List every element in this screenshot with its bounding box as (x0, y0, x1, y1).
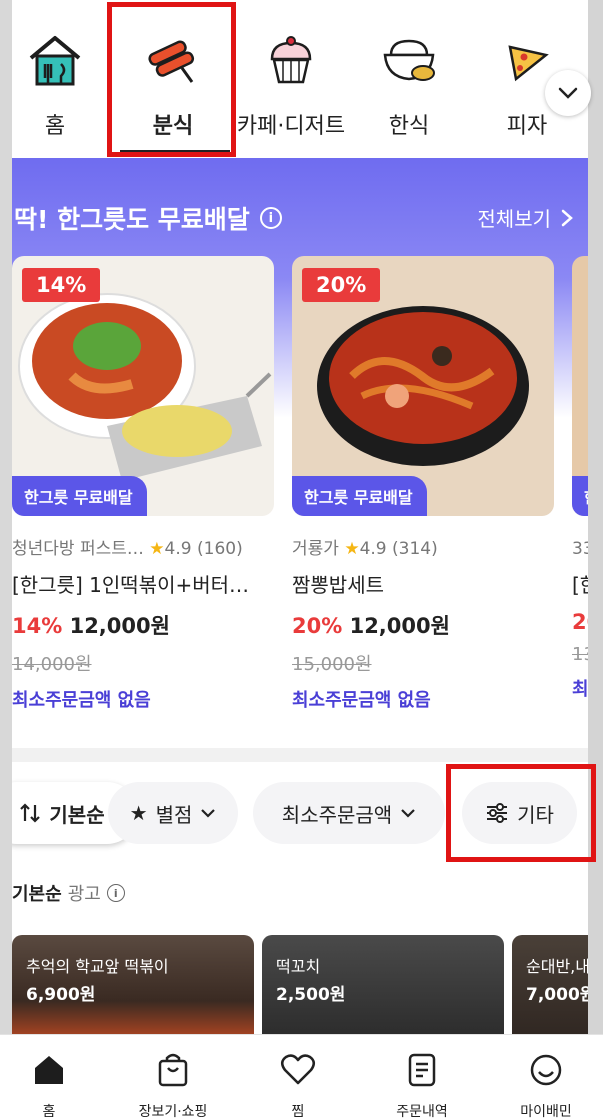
list-item[interactable]: 추억의 학교앞 떡볶이 6,900원 (12, 935, 254, 1045)
store-info: 청년다방 퍼스트… ★4.9 (160) (12, 534, 274, 559)
discount-percent: 20% (292, 614, 343, 638)
app-screen: 홈 분식 카페·디저트 한식 피자 딱! 한그릇도 무료배달 i 전체보기 14… (0, 0, 603, 1119)
nav-label: 주문내역 (396, 1104, 448, 1119)
star-icon: ★ (149, 539, 165, 559)
food-image: 20% 한그릇 무료배달 (292, 256, 554, 516)
food-image: 14% 한그릇 무료배달 (12, 256, 274, 516)
item-price: 7,000원 (526, 985, 596, 1005)
item-title: 떡꼬치 (276, 957, 321, 976)
see-all-link[interactable]: 전체보기 (477, 203, 573, 232)
category-label: 한식 (388, 114, 430, 139)
see-all-label: 전체보기 (477, 207, 551, 231)
bottom-nav: 홈 장보기·쇼핑 찜 주문내역 마이배민 (0, 1034, 603, 1119)
smile-icon (491, 1049, 601, 1091)
promo-card[interactable]: 20% 한그릇 무료배달 거룡가 ★4.9 (314) 짬뽕밥세트 20% 12… (292, 256, 554, 712)
category-label: 홈 (44, 114, 66, 139)
promo-title-text: 딱! 한그릇도 무료배달 (14, 205, 250, 234)
receipt-icon (367, 1049, 477, 1091)
nav-favorites[interactable]: 찜 (243, 1049, 353, 1119)
discount-percent: 14% (12, 614, 63, 638)
nav-label: 홈 (42, 1104, 56, 1119)
info-icon[interactable]: i (106, 884, 125, 902)
store-info: 거룡가 ★4.9 (314) (292, 534, 554, 559)
nav-my-baemin[interactable]: 마이배민 (491, 1049, 601, 1119)
shopping-bag-icon (118, 1049, 228, 1091)
free-delivery-badge: 한그릇 무료배달 (12, 476, 147, 516)
category-label: 카페·디저트 (236, 114, 346, 139)
promo-card[interactable]: 14% 한그릇 무료배달 청년다방 퍼스트… ★4.9 (160) [한그릇] … (12, 256, 274, 712)
min-order-filter[interactable]: 최소주문금액 (253, 782, 445, 844)
min-order-filter-label: 최소주문금액 (281, 802, 393, 827)
list-item[interactable]: 떡꼬치 2,500원 (262, 935, 504, 1045)
review-count: (314) (392, 539, 438, 559)
chevron-down-icon (201, 809, 216, 818)
home-filled-icon (0, 1049, 104, 1091)
original-price: 15,000원 (292, 654, 372, 675)
category-korean[interactable]: 한식 (354, 30, 464, 140)
review-count: (160) (197, 539, 243, 559)
home-icon (25, 30, 85, 90)
sale-price: 12,000원 (69, 614, 170, 638)
original-price: 14,000원 (12, 654, 92, 675)
nav-label: 마이배민 (520, 1104, 572, 1119)
min-order-note: 최소주문금액 없음 (12, 690, 151, 711)
info-icon[interactable]: i (259, 207, 282, 229)
section-divider (0, 748, 603, 762)
item-title: 추억의 학교앞 떡볶이 (26, 957, 169, 976)
star-icon: ★ (344, 539, 360, 559)
chevron-down-icon (558, 87, 578, 99)
category-bar: 홈 분식 카페·디저트 한식 피자 (0, 0, 603, 158)
menu-name: [한그릇] 1인떡볶이+버터… (12, 573, 250, 597)
cupcake-icon (261, 30, 321, 90)
chevron-right-icon (561, 209, 573, 226)
nav-orders[interactable]: 주문내역 (367, 1049, 477, 1119)
chevron-down-icon (401, 809, 415, 818)
item-price: 2,500원 (276, 985, 346, 1005)
item-price: 6,900원 (26, 985, 96, 1005)
store-name: 거룡가 (292, 539, 339, 559)
rating: 4.9 (359, 539, 387, 559)
rice-bowl-icon (379, 30, 439, 90)
nav-label: 찜 (291, 1104, 305, 1119)
nav-home[interactable]: 홈 (0, 1049, 104, 1119)
menu-name: 짬뽕밥세트 (292, 573, 384, 597)
list-title: 기본순 (12, 884, 62, 905)
price: 14% 12,000원 (12, 610, 274, 640)
nav-shopping[interactable]: 장보기·쇼핑 (118, 1049, 228, 1119)
rating-filter-label: 별점 (155, 802, 193, 827)
category-home[interactable]: 홈 (0, 30, 110, 140)
sale-price: 12,000원 (349, 614, 450, 638)
screen-edge-right (588, 0, 603, 1119)
ad-label: 광고 (67, 884, 101, 905)
heart-icon (243, 1049, 353, 1091)
nav-label: 장보기·쇼핑 (138, 1104, 208, 1119)
sort-arrows-icon (20, 803, 41, 823)
rating-filter[interactable]: ★ 별점 (108, 782, 238, 844)
store-name: 청년다방 퍼스트… (12, 539, 144, 559)
star-icon: ★ (129, 801, 148, 825)
highlight-box-category (107, 2, 236, 157)
category-cafe-dessert[interactable]: 카페·디저트 (236, 30, 346, 140)
free-delivery-badge: 한그릇 무료배달 (292, 476, 427, 516)
highlight-box-filter (446, 764, 596, 862)
rating: 4.9 (164, 539, 192, 559)
sort-label: 기본순 (49, 802, 105, 827)
list-header: 기본순 광고 i (12, 880, 125, 906)
discount-badge: 20% (302, 268, 381, 302)
discount-badge: 14% (22, 268, 101, 302)
min-order-note: 최소주문금액 없음 (292, 690, 431, 711)
promo-title: 딱! 한그릇도 무료배달 i (14, 200, 282, 236)
screen-edge-left (0, 0, 12, 1119)
promo-section: 딱! 한그릇도 무료배달 i 전체보기 14% 한그릇 무료배달 청년다방 퍼스… (0, 158, 603, 748)
expand-categories-button[interactable] (545, 70, 591, 116)
price: 20% 12,000원 (292, 610, 554, 640)
